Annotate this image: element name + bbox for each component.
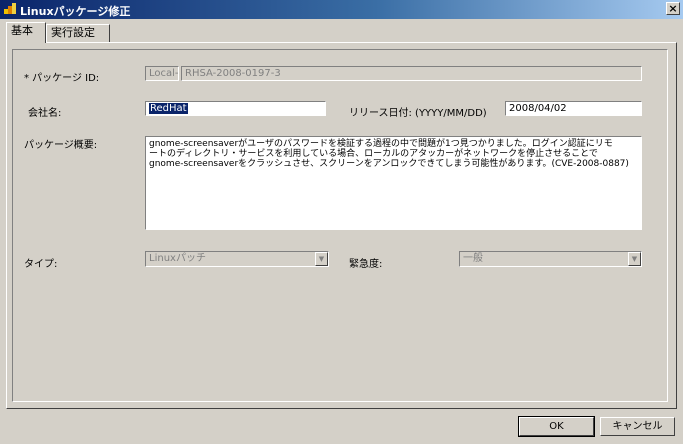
ok-button[interactable]: OK: [518, 416, 595, 437]
close-icon: ×: [668, 2, 678, 15]
chevron-down-icon: ▼: [315, 252, 328, 266]
company-label: 会社名:: [28, 108, 62, 119]
release-date-input[interactable]: 2008/04/02: [505, 101, 642, 116]
title-bar[interactable]: Linuxパッケージ修正 ×: [0, 0, 683, 19]
app-icon: [4, 3, 16, 14]
window-title: Linuxパッケージ修正: [20, 5, 131, 18]
dialog-window: Linuxパッケージ修正 × 基本 実行設定 * パッケージ ID: Local…: [0, 0, 683, 444]
summary-line: gnome-screensaverをクラッシュさせ、スクリーンをアンロックできて…: [149, 159, 629, 169]
type-select-value: Linuxパッチ: [149, 253, 206, 264]
summary-textarea[interactable]: gnome-screensaverがユーザのパスワードを検証する過程の中で問題が…: [145, 136, 642, 230]
chevron-down-icon: ▼: [628, 252, 641, 266]
tab-execution-settings[interactable]: 実行設定: [46, 24, 110, 42]
company-input[interactable]: RedHat: [145, 101, 326, 116]
severity-select-value: 一般: [463, 253, 483, 264]
summary-line: gnome-screensaverがユーザのパスワードを検証する過程の中で問題が…: [149, 139, 613, 149]
type-select[interactable]: Linuxパッチ ▼: [145, 251, 329, 267]
summary-label: パッケージ概要:: [24, 140, 98, 151]
type-label: タイプ:: [24, 259, 58, 270]
cancel-button[interactable]: キャンセル: [600, 417, 675, 436]
release-date-label: リリース日付: (YYYY/MM/DD): [349, 108, 487, 119]
severity-label: 緊急度:: [349, 259, 383, 270]
package-id-field: RHSA-2008-0197-3: [181, 66, 642, 81]
close-button[interactable]: ×: [666, 2, 680, 15]
package-id-prefix-field: Local-: [145, 66, 179, 81]
package-id-label: * パッケージ ID:: [24, 73, 100, 84]
severity-select[interactable]: 一般 ▼: [459, 251, 642, 267]
company-input-value: RedHat: [149, 103, 188, 114]
tab-basic[interactable]: 基本: [6, 22, 46, 43]
summary-line: ートのディレクトリ・サービスを利用している場合、ローカルのアタッカーがネットワー…: [149, 149, 598, 159]
